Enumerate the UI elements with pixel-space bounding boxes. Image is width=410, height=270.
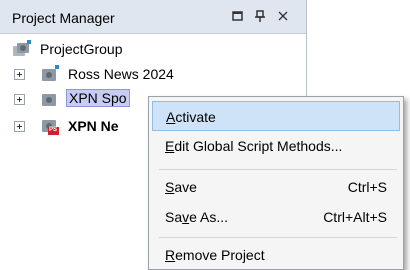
menu-item-shortcut: Ctrl+S — [347, 179, 387, 195]
project-group-icon — [13, 40, 31, 56]
menu-item-label: Edit Global Script Methods... — [165, 138, 343, 154]
menu-item-label: Save — [165, 179, 197, 195]
close-icon[interactable] — [275, 8, 291, 24]
menu-item-label: Activate — [166, 109, 216, 125]
context-menu: Activate Edit Global Script Methods... S… — [148, 96, 404, 270]
expand-icon[interactable] — [14, 121, 25, 132]
menu-item-remove-project[interactable]: Remove Project — [152, 240, 400, 270]
menu-separator — [159, 237, 397, 238]
restore-icon[interactable] — [230, 8, 246, 24]
menu-item-shortcut: Ctrl+Alt+S — [323, 209, 387, 225]
project-icon — [42, 94, 56, 106]
menu-item-save-as[interactable]: Save As... Ctrl+Alt+S — [152, 202, 400, 232]
menu-item-label: Save As... — [165, 209, 229, 225]
tree-node-label: Ross News 2024 — [68, 66, 174, 82]
menu-item-label: Remove Project — [165, 247, 265, 263]
tree-node-projectgroup[interactable]: ProjectGroup — [0, 40, 306, 62]
pin-icon[interactable] — [252, 8, 268, 24]
panel-titlebar[interactable]: Project Manager — [0, 0, 306, 34]
menu-item-save[interactable]: Save Ctrl+S — [152, 172, 400, 202]
project-icon — [42, 65, 59, 81]
expand-icon[interactable] — [14, 69, 25, 80]
panel-title: Project Manager — [12, 10, 115, 26]
tree-node-label: XPN Spo — [66, 89, 130, 107]
tree-node-label: ProjectGroup — [40, 41, 123, 57]
tree-node-ross-news-2024[interactable]: Ross News 2024 — [0, 65, 306, 87]
expand-icon[interactable] — [14, 94, 25, 105]
ps-badge: PS — [49, 127, 58, 133]
menu-separator — [159, 169, 397, 170]
tree-node-label: XPN Ne — [68, 118, 119, 134]
menu-item-edit-global-script-methods[interactable]: Edit Global Script Methods... — [152, 131, 400, 161]
menu-item-activate[interactable]: Activate — [152, 101, 400, 131]
